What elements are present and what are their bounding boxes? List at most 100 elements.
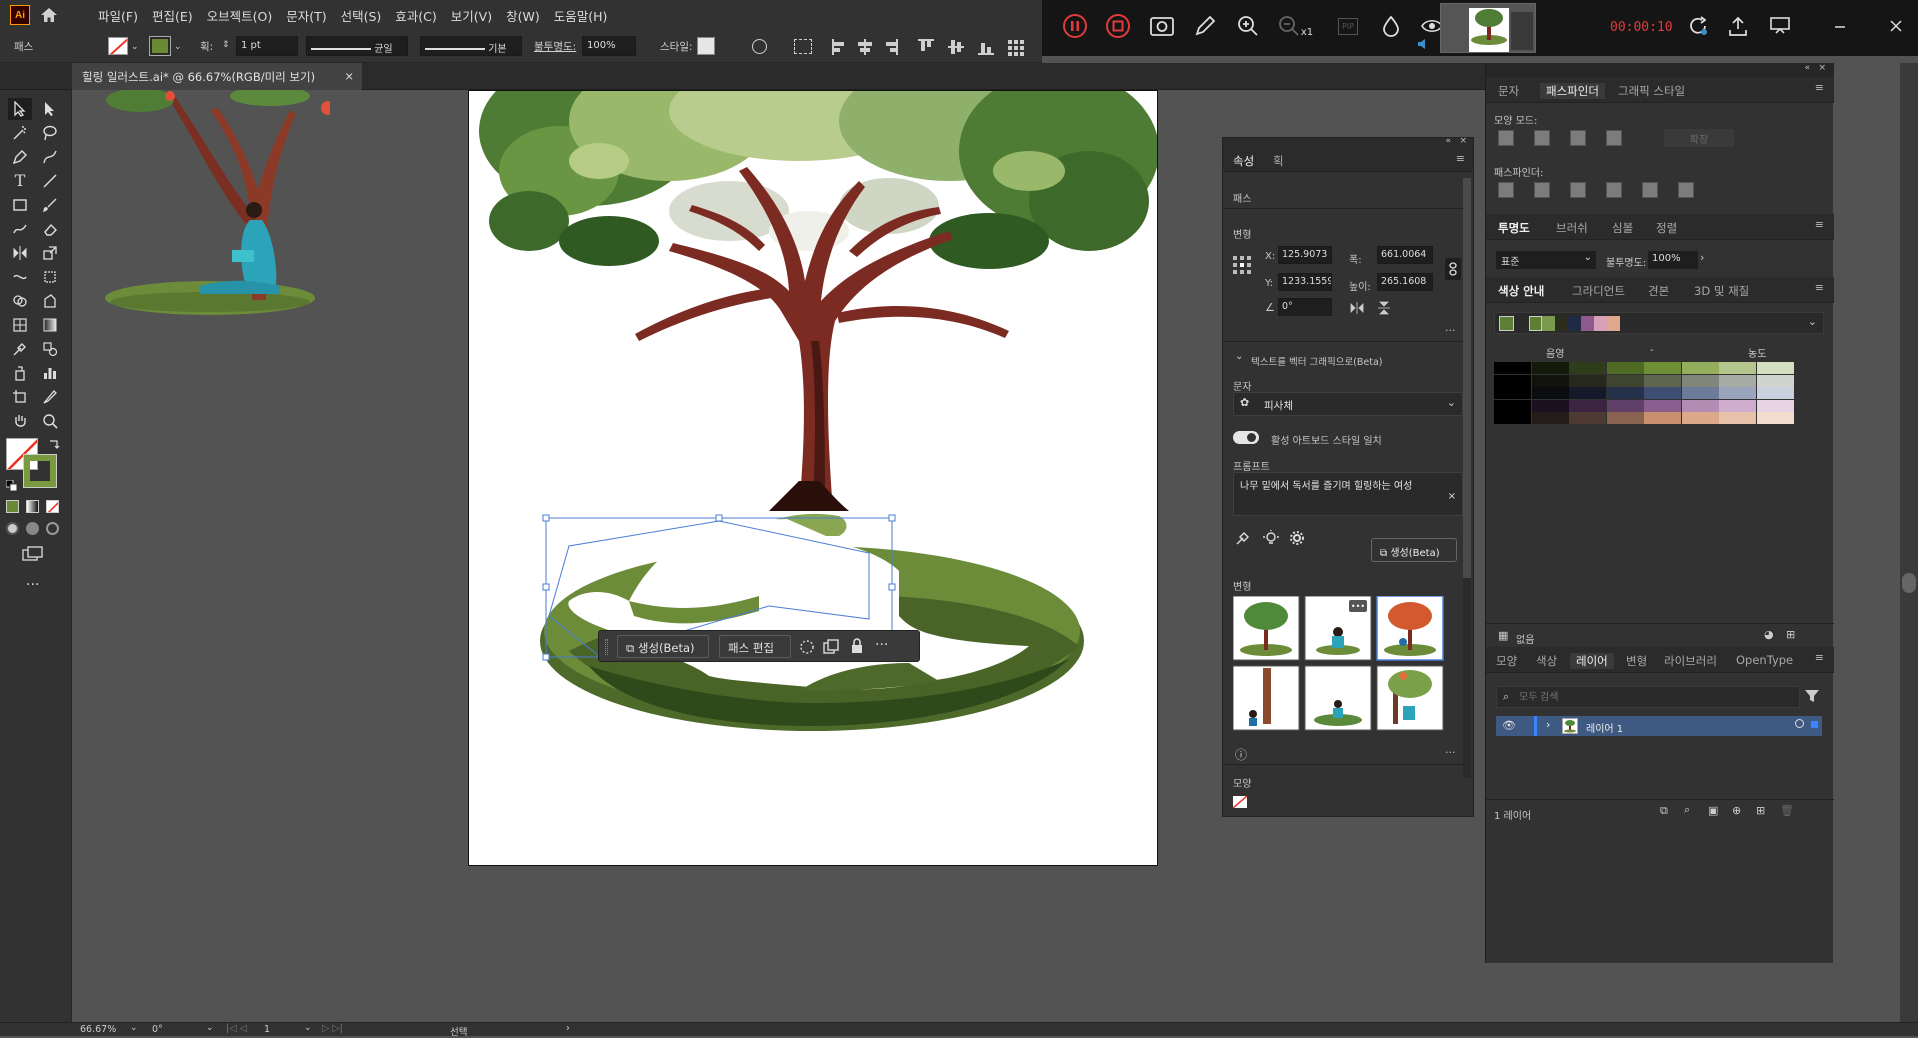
scale-tool-icon[interactable] (38, 242, 62, 264)
tab-align[interactable]: 정렬 (1656, 220, 1677, 236)
default-colors-icon[interactable] (5, 479, 18, 492)
screen-mode-icon[interactable] (22, 546, 44, 562)
tab-libraries[interactable]: 라이브러리 (1664, 653, 1717, 669)
vertical-scrollbar[interactable] (1900, 63, 1918, 1022)
tab-transparency[interactable]: 투명도 (1498, 220, 1530, 236)
harmony-swatch[interactable] (1581, 316, 1594, 331)
more-tools-icon[interactable]: ··· (26, 578, 39, 592)
tab-appearance[interactable]: 모양 (1496, 653, 1517, 669)
chevron-down-icon[interactable]: ⌄ (130, 1023, 138, 1033)
refresh-icon[interactable] (1682, 10, 1714, 42)
base-color-swatch[interactable] (1499, 316, 1514, 331)
none-mode-icon[interactable] (46, 500, 59, 513)
chevron-down-icon[interactable]: ⌄ (1235, 351, 1243, 362)
y-position-input[interactable]: 1233.1559 (1278, 273, 1332, 291)
x-position-input[interactable]: 125.9073 (1278, 246, 1332, 264)
zoom-level[interactable]: 66.67% (80, 1024, 116, 1035)
color-guide-swatch[interactable] (1756, 412, 1794, 424)
tab-layers[interactable]: 레이어 (1570, 653, 1614, 669)
color-guide-swatch[interactable] (1719, 374, 1756, 387)
collapse-dock-icon[interactable]: « (1804, 63, 1810, 73)
selection-indicator[interactable] (1811, 721, 1818, 728)
layer-row-1[interactable]: 👁 › 레이어 1 (1496, 716, 1822, 736)
color-guide-swatch[interactable] (1644, 387, 1681, 399)
eraser-tool-icon[interactable] (38, 218, 62, 240)
reference-illustration[interactable] (100, 90, 330, 320)
first-artboard-icon[interactable]: |◁ ◁ (226, 1023, 247, 1034)
new-sublayer-icon[interactable]: ⊕ (1732, 804, 1741, 817)
color-guide-swatch-grid[interactable] (1494, 362, 1794, 424)
width-input[interactable]: 661.0064 (1377, 246, 1433, 264)
tab-symbols[interactable]: 심볼 (1612, 220, 1633, 236)
gear-icon[interactable] (1289, 530, 1305, 546)
appearance-fill-swatch[interactable] (1233, 796, 1247, 808)
new-layer-icon[interactable]: ⊞ (1756, 804, 1765, 817)
color-guide-swatch[interactable] (1569, 387, 1606, 399)
fill-dropdown-icon[interactable]: ⌄ (131, 40, 139, 54)
menu-window[interactable]: 창(W) (506, 6, 540, 25)
rotation-view[interactable]: 0° (152, 1024, 163, 1035)
harmony-swatch[interactable] (1568, 316, 1581, 331)
graph-tool-icon[interactable] (38, 362, 62, 384)
color-guide-swatch[interactable] (1606, 412, 1644, 424)
live-paint-tool-icon[interactable] (38, 290, 62, 312)
panel-menu-icon[interactable]: ≡ (1815, 81, 1824, 94)
recolor-task-icon[interactable] (799, 639, 815, 655)
tab-color-guide[interactable]: 색상 안내 (1498, 283, 1544, 299)
harmony-swatch[interactable] (1555, 316, 1568, 331)
clear-prompt-icon[interactable]: × (1448, 491, 1456, 502)
symbol-sprayer-tool-icon[interactable] (8, 362, 32, 384)
filter-icon[interactable] (1804, 688, 1820, 704)
tab-transform[interactable]: 변형 (1626, 653, 1647, 669)
more-transform-icon[interactable]: ··· (1445, 324, 1456, 337)
pip-button[interactable]: PIP (1332, 10, 1364, 42)
intersect-button[interactable] (1570, 130, 1586, 146)
gradient-tool-icon[interactable] (38, 314, 62, 336)
color-guide-swatch[interactable] (1719, 412, 1756, 424)
rotation-input[interactable]: 0° (1278, 298, 1332, 316)
minimize-icon[interactable] (1832, 18, 1848, 34)
tab-color[interactable]: 색상 (1536, 653, 1557, 669)
color-guide-swatch[interactable] (1606, 399, 1644, 412)
swatch-library-icon[interactable]: ▦ (1498, 629, 1508, 642)
line-tool-icon[interactable] (38, 170, 62, 192)
menu-edit[interactable]: 편집(E) (152, 6, 193, 25)
tab-properties[interactable]: 속성 (1233, 153, 1254, 169)
color-guide-swatch[interactable] (1719, 387, 1756, 399)
tab-opentype[interactable]: OpenType (1736, 653, 1793, 667)
opacity-input[interactable]: 100% (582, 36, 636, 56)
color-guide-swatch[interactable] (1569, 412, 1606, 424)
crop-button[interactable] (1606, 182, 1622, 198)
fill-none-swatch[interactable] (108, 37, 128, 55)
color-guide-swatch[interactable] (1606, 387, 1644, 399)
color-guide-swatch[interactable] (1531, 362, 1569, 374)
outline-button[interactable] (1642, 182, 1658, 198)
stroke-dropdown-icon[interactable]: ⌄ (174, 40, 182, 54)
harmony-swatch[interactable] (1594, 316, 1607, 331)
delete-layer-icon[interactable]: 🗑 (1780, 804, 1794, 817)
layer-name[interactable]: 레이어 1 (1586, 720, 1623, 735)
visibility-eye-icon[interactable]: 👁 (1502, 719, 1516, 732)
swap-colors-icon[interactable] (48, 438, 60, 450)
tab-swatches[interactable]: 견본 (1648, 283, 1669, 299)
color-guide-swatch[interactable] (1606, 374, 1644, 387)
color-guide-swatch[interactable] (1569, 399, 1606, 412)
color-guide-swatch[interactable] (1756, 399, 1794, 412)
flip-horizontal-icon[interactable] (1350, 302, 1364, 314)
artboard-number[interactable]: 1 (264, 1024, 270, 1035)
duplicate-icon[interactable] (823, 639, 839, 655)
graphic-style-swatch[interactable] (697, 37, 715, 55)
color-guide-swatch[interactable] (1756, 374, 1794, 387)
brush-definition[interactable]: 기본 (420, 36, 522, 56)
trim-button[interactable] (1534, 182, 1550, 198)
opacity-slider-icon[interactable]: › (1700, 251, 1704, 264)
color-guide-swatch[interactable] (1531, 387, 1569, 399)
merge-button[interactable] (1570, 182, 1586, 198)
status-arrow-icon[interactable]: › (566, 1023, 570, 1034)
constrain-proportions-icon[interactable] (1445, 258, 1461, 280)
layers-search-input[interactable] (1519, 689, 1759, 705)
color-guide-swatch[interactable] (1569, 374, 1606, 387)
color-guide-swatch[interactable] (1531, 412, 1569, 424)
tab-3d-materials[interactable]: 3D 및 재질 (1694, 283, 1749, 299)
pen-tool-icon[interactable] (8, 146, 32, 168)
